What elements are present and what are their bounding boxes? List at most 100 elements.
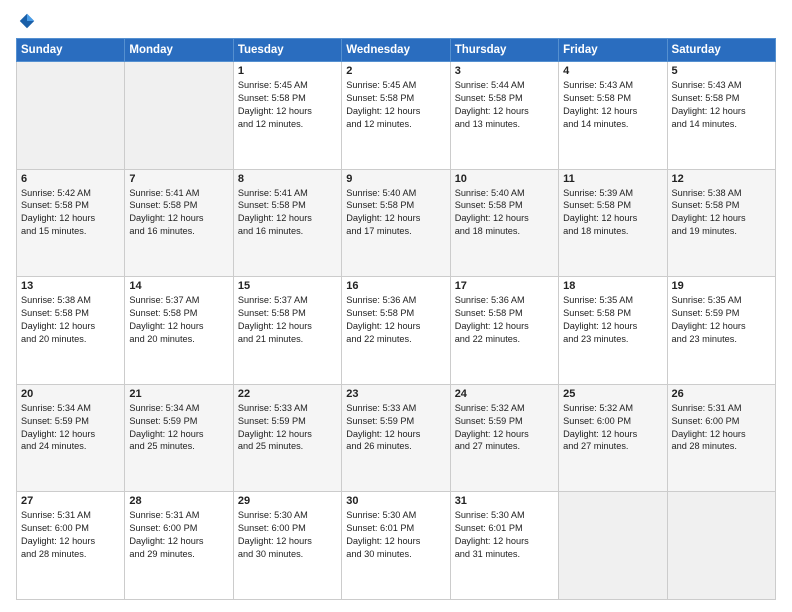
day-number: 1: [238, 65, 337, 77]
calendar-week-row: 13 Sunrise: 5:38 AM Sunset: 5:58 PM Dayli…: [17, 277, 776, 385]
calendar-cell: 11 Sunrise: 5:39 AM Sunset: 5:58 PM Dayli…: [559, 169, 667, 277]
day-number: 6: [21, 173, 120, 185]
calendar-cell: 23Sunrise: 5:33 AM Sunset: 5:59 PM Dayli…: [342, 384, 450, 492]
day-number: 12: [672, 173, 771, 185]
day-number: 25: [563, 388, 662, 400]
calendar-cell: 5 Sunrise: 5:43 AM Sunset: 5:58 PM Daylig…: [667, 62, 775, 170]
day-number: 5: [672, 65, 771, 77]
day-number: 28: [129, 495, 228, 507]
day-number: 17: [455, 280, 554, 292]
cell-content: Sunrise: 5:40 AM Sunset: 5:58 PM Dayligh…: [346, 187, 445, 239]
day-number: 31: [455, 495, 554, 507]
cell-content: Sunrise: 5:41 AM Sunset: 5:58 PM Dayligh…: [129, 187, 228, 239]
calendar-week-row: 20 Sunrise: 5:34 AM Sunset: 5:59 PM Dayli…: [17, 384, 776, 492]
day-number: 22: [238, 388, 337, 400]
calendar-cell: 8 Sunrise: 5:41 AM Sunset: 5:58 PM Daylig…: [233, 169, 341, 277]
cell-content: Sunrise: 5:43 AM Sunset: 5:58 PM Dayligh…: [563, 79, 662, 131]
cell-content: Sunrise: 5:30 AM Sunset: 6:01 PM Dayligh…: [346, 509, 445, 561]
calendar-cell: 4 Sunrise: 5:43 AM Sunset: 5:58 PM Daylig…: [559, 62, 667, 170]
calendar-cell: 25 Sunrise: 5:32 AM Sunset: 6:00 PM Dayli…: [559, 384, 667, 492]
cell-content: Sunrise: 5:32 AM Sunset: 6:00 PM Dayligh…: [563, 402, 662, 454]
page-header: [16, 12, 776, 30]
calendar-cell: 12 Sunrise: 5:38 AM Sunset: 5:58 PM Dayli…: [667, 169, 775, 277]
cell-content: Sunrise: 5:38 AM Sunset: 5:58 PM Dayligh…: [21, 294, 120, 346]
cell-content: Sunrise: 5:35 AM Sunset: 5:58 PM Dayligh…: [563, 294, 662, 346]
day-number: 19: [672, 280, 771, 292]
calendar-cell: 16 Sunrise: 5:36 AM Sunset: 5:58 PM Dayli…: [342, 277, 450, 385]
day-number: 11: [563, 173, 662, 185]
cell-content: Sunrise: 5:34 AM Sunset: 5:59 PM Dayligh…: [21, 402, 120, 454]
calendar-table: SundayMondayTuesdayWednesdayThursdayFrid…: [16, 38, 776, 600]
logo: [16, 12, 36, 30]
calendar-cell: 20 Sunrise: 5:34 AM Sunset: 5:59 PM Dayli…: [17, 384, 125, 492]
cell-content: Sunrise: 5:32 AM Sunset: 5:59 PM Dayligh…: [455, 402, 554, 454]
calendar-cell: 6 Sunrise: 5:42 AM Sunset: 5:58 PM Daylig…: [17, 169, 125, 277]
day-number: 24: [455, 388, 554, 400]
day-number: 3: [455, 65, 554, 77]
calendar-cell: 1 Sunrise: 5:45 AM Sunset: 5:58 PM Daylig…: [233, 62, 341, 170]
cell-content: Sunrise: 5:45 AM Sunset: 5:58 PM Dayligh…: [346, 79, 445, 131]
day-number: 18: [563, 280, 662, 292]
calendar-cell: 21Sunrise: 5:34 AM Sunset: 5:59 PM Dayli…: [125, 384, 233, 492]
calendar-cell: 13 Sunrise: 5:38 AM Sunset: 5:58 PM Dayli…: [17, 277, 125, 385]
calendar-cell: 7Sunrise: 5:41 AM Sunset: 5:58 PM Daylig…: [125, 169, 233, 277]
calendar-cell: 18 Sunrise: 5:35 AM Sunset: 5:58 PM Dayli…: [559, 277, 667, 385]
day-number: 16: [346, 280, 445, 292]
day-number: 14: [129, 280, 228, 292]
calendar-cell: [17, 62, 125, 170]
calendar-cell: [125, 62, 233, 170]
calendar-cell: 14 Sunrise: 5:37 AM Sunset: 5:58 PM Dayli…: [125, 277, 233, 385]
cell-content: Sunrise: 5:45 AM Sunset: 5:58 PM Dayligh…: [238, 79, 337, 131]
cell-content: Sunrise: 5:43 AM Sunset: 5:58 PM Dayligh…: [672, 79, 771, 131]
cell-content: Sunrise: 5:42 AM Sunset: 5:58 PM Dayligh…: [21, 187, 120, 239]
day-number: 30: [346, 495, 445, 507]
calendar-cell: 22Sunrise: 5:33 AM Sunset: 5:59 PM Dayli…: [233, 384, 341, 492]
cell-content: Sunrise: 5:36 AM Sunset: 5:58 PM Dayligh…: [455, 294, 554, 346]
calendar-cell: 10Sunrise: 5:40 AM Sunset: 5:58 PM Dayli…: [450, 169, 558, 277]
calendar-cell: 26 Sunrise: 5:31 AM Sunset: 6:00 PM Dayli…: [667, 384, 775, 492]
weekday-header: Wednesday: [342, 39, 450, 62]
cell-content: Sunrise: 5:30 AM Sunset: 6:00 PM Dayligh…: [238, 509, 337, 561]
calendar-cell: 9Sunrise: 5:40 AM Sunset: 5:58 PM Daylig…: [342, 169, 450, 277]
day-number: 13: [21, 280, 120, 292]
calendar-page: SundayMondayTuesdayWednesdayThursdayFrid…: [0, 0, 792, 612]
calendar-cell: 31 Sunrise: 5:30 AM Sunset: 6:01 PM Dayli…: [450, 492, 558, 600]
day-number: 4: [563, 65, 662, 77]
cell-content: Sunrise: 5:38 AM Sunset: 5:58 PM Dayligh…: [672, 187, 771, 239]
cell-content: Sunrise: 5:39 AM Sunset: 5:58 PM Dayligh…: [563, 187, 662, 239]
calendar-cell: 3 Sunrise: 5:44 AM Sunset: 5:58 PM Daylig…: [450, 62, 558, 170]
cell-content: Sunrise: 5:30 AM Sunset: 6:01 PM Dayligh…: [455, 509, 554, 561]
calendar-cell: 27Sunrise: 5:31 AM Sunset: 6:00 PM Dayli…: [17, 492, 125, 600]
cell-content: Sunrise: 5:44 AM Sunset: 5:58 PM Dayligh…: [455, 79, 554, 131]
cell-content: Sunrise: 5:31 AM Sunset: 6:00 PM Dayligh…: [129, 509, 228, 561]
day-number: 8: [238, 173, 337, 185]
calendar-cell: 19 Sunrise: 5:35 AM Sunset: 5:59 PM Dayli…: [667, 277, 775, 385]
day-number: 15: [238, 280, 337, 292]
day-number: 27: [21, 495, 120, 507]
cell-content: Sunrise: 5:41 AM Sunset: 5:58 PM Dayligh…: [238, 187, 337, 239]
weekday-header: Sunday: [17, 39, 125, 62]
cell-content: Sunrise: 5:31 AM Sunset: 6:00 PM Dayligh…: [672, 402, 771, 454]
cell-content: Sunrise: 5:36 AM Sunset: 5:58 PM Dayligh…: [346, 294, 445, 346]
calendar-cell: 17 Sunrise: 5:36 AM Sunset: 5:58 PM Dayli…: [450, 277, 558, 385]
calendar-cell: [667, 492, 775, 600]
calendar-cell: 30 Sunrise: 5:30 AM Sunset: 6:01 PM Dayli…: [342, 492, 450, 600]
weekday-header: Monday: [125, 39, 233, 62]
day-number: 26: [672, 388, 771, 400]
weekday-header: Tuesday: [233, 39, 341, 62]
cell-content: Sunrise: 5:35 AM Sunset: 5:59 PM Dayligh…: [672, 294, 771, 346]
logo-icon: [18, 12, 36, 30]
weekday-header: Friday: [559, 39, 667, 62]
day-number: 23: [346, 388, 445, 400]
calendar-cell: 29Sunrise: 5:30 AM Sunset: 6:00 PM Dayli…: [233, 492, 341, 600]
cell-content: Sunrise: 5:40 AM Sunset: 5:58 PM Dayligh…: [455, 187, 554, 239]
weekday-header-row: SundayMondayTuesdayWednesdayThursdayFrid…: [17, 39, 776, 62]
calendar-week-row: 1 Sunrise: 5:45 AM Sunset: 5:58 PM Daylig…: [17, 62, 776, 170]
cell-content: Sunrise: 5:37 AM Sunset: 5:58 PM Dayligh…: [238, 294, 337, 346]
calendar-week-row: 27 Sunrise: 5:31 AM Sunset: 6:00 PM Dayli…: [17, 492, 776, 600]
cell-content: Sunrise: 5:37 AM Sunset: 5:58 PM Dayligh…: [129, 294, 228, 346]
day-number: 20: [21, 388, 120, 400]
calendar-week-row: 6 Sunrise: 5:42 AM Sunset: 5:58 PM Daylig…: [17, 169, 776, 277]
weekday-header: Saturday: [667, 39, 775, 62]
calendar-cell: 24 Sunrise: 5:32 AM Sunset: 5:59 PM Dayli…: [450, 384, 558, 492]
